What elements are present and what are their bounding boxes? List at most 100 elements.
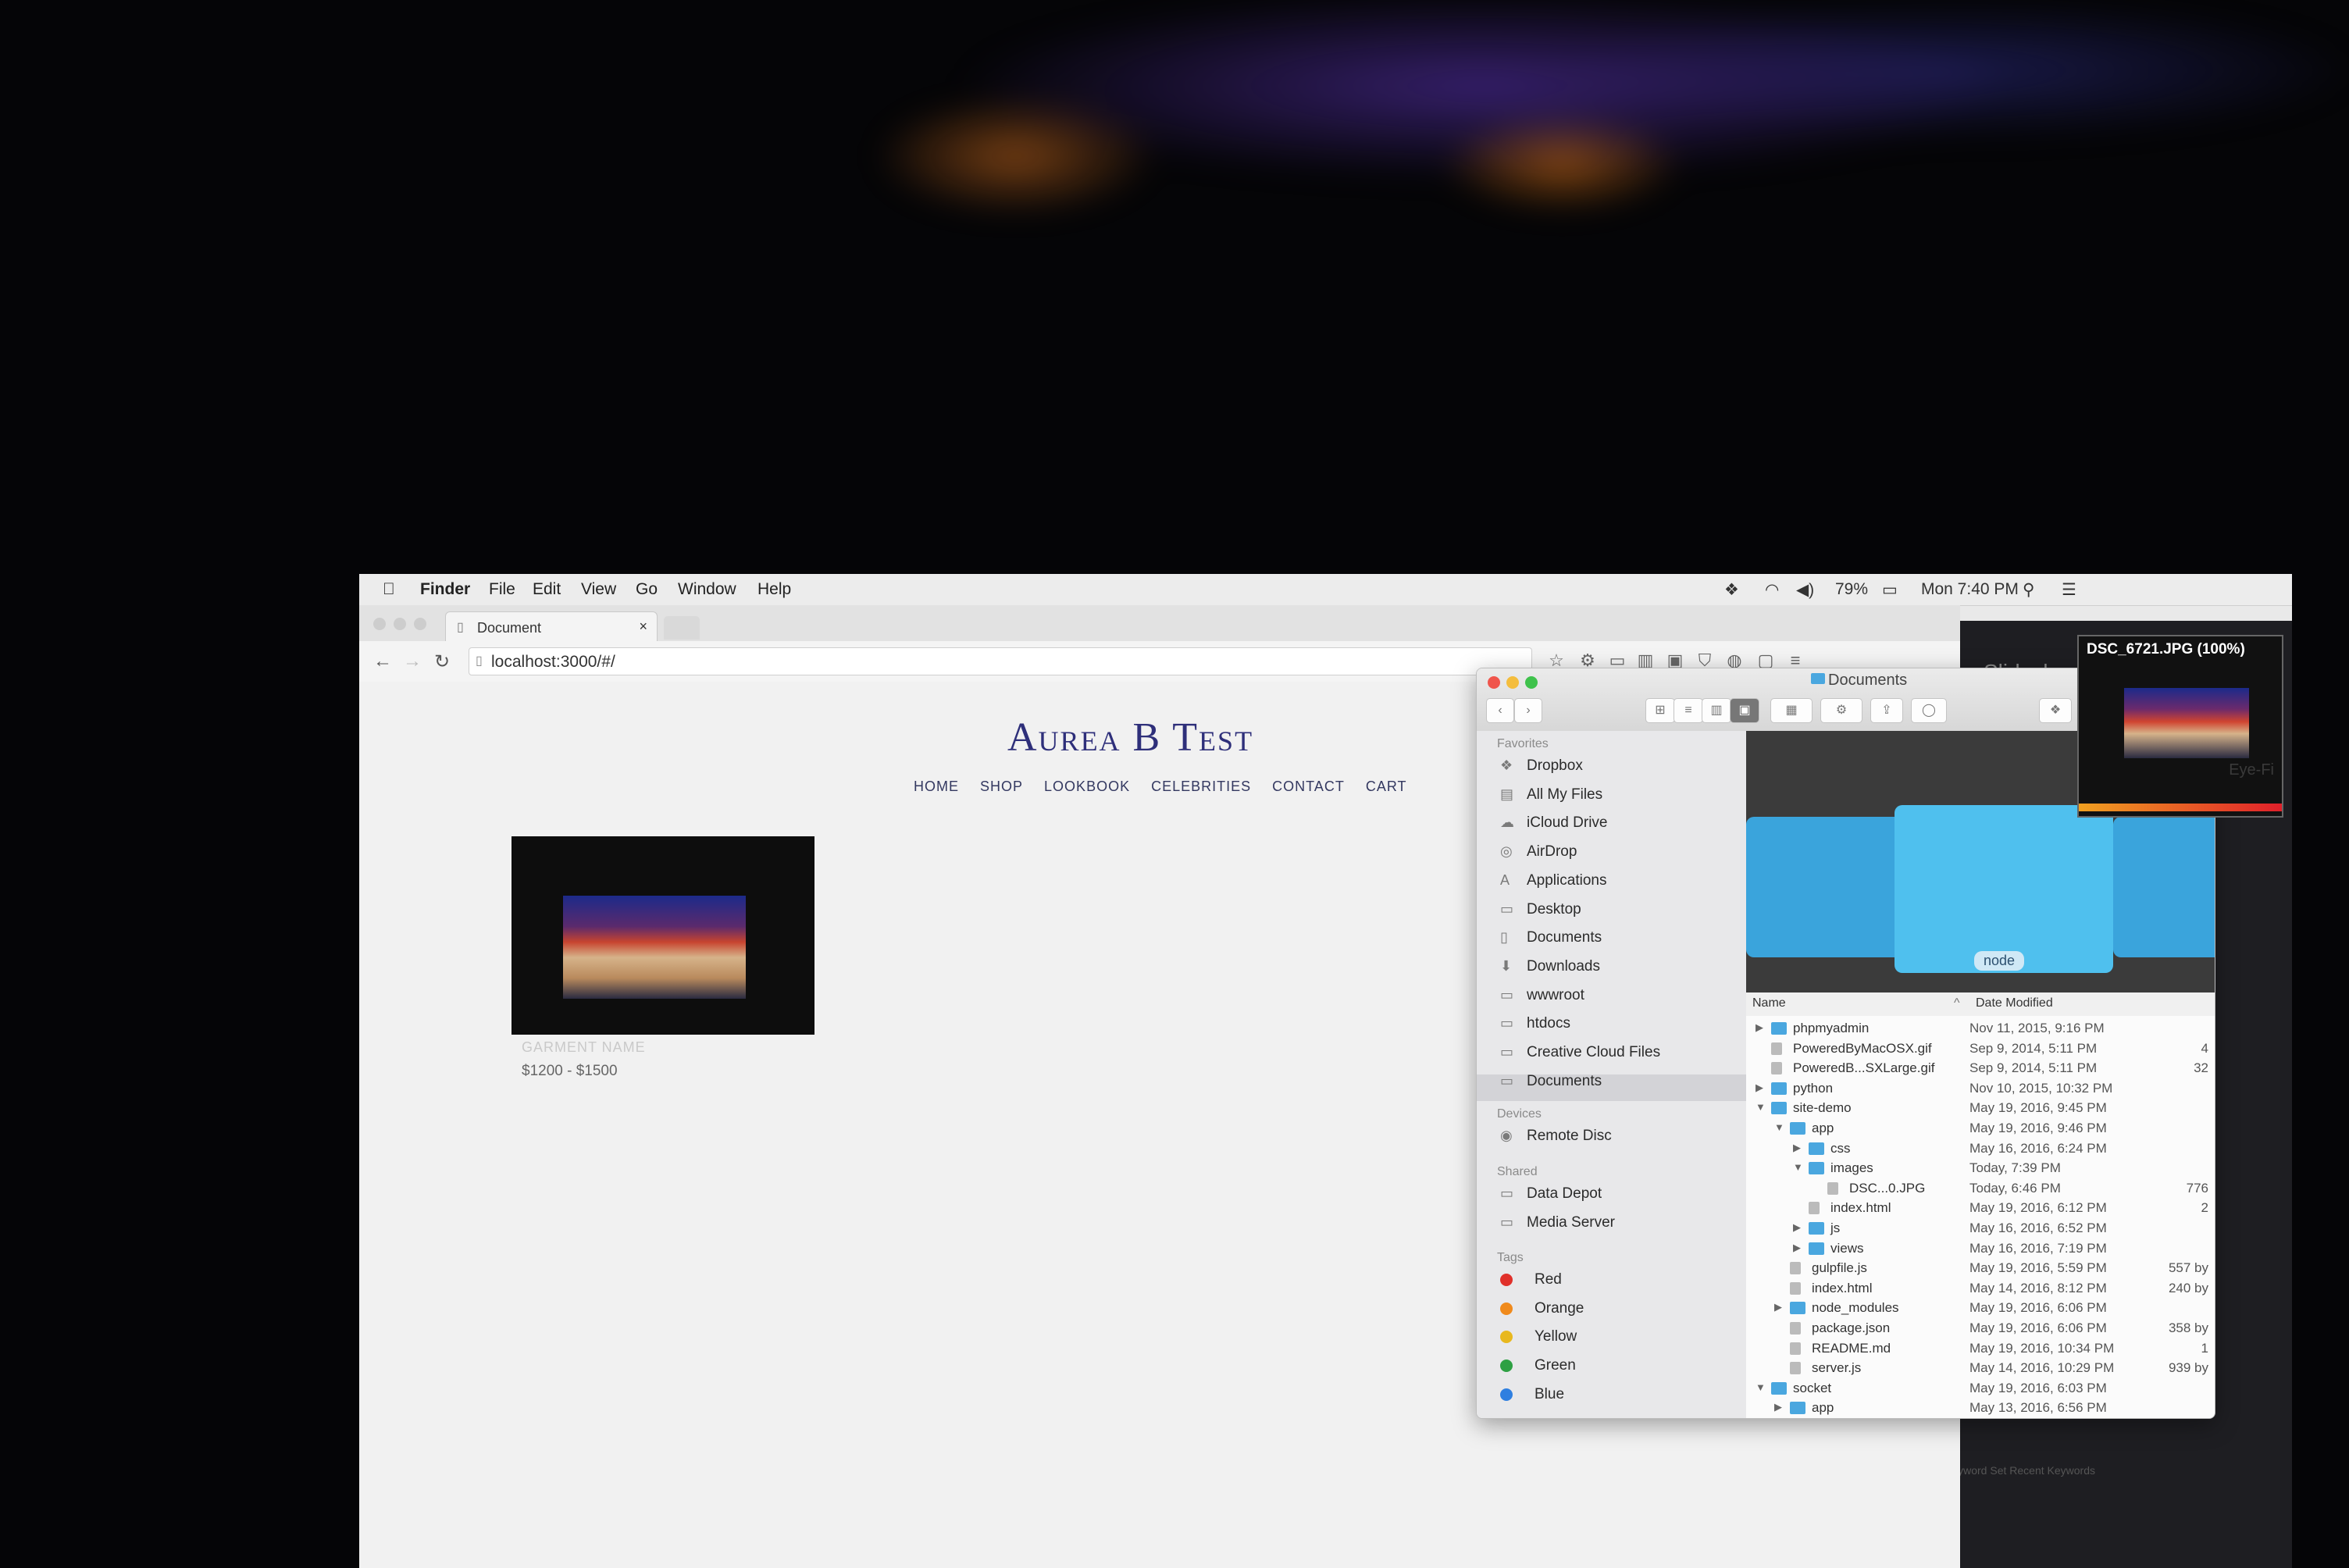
- extension-icon[interactable]: ▢: [1757, 652, 1774, 669]
- menu-file[interactable]: File: [489, 580, 515, 599]
- product-image[interactable]: [512, 836, 814, 1035]
- disclosure-closed-icon[interactable]: ▶: [1756, 1082, 1763, 1094]
- file-row[interactable]: ▶ phpmyadmin Nov 11, 2015, 9:16 PM: [1746, 1019, 2215, 1039]
- battery-percent[interactable]: 79%: [1835, 580, 1868, 599]
- close-tab-button[interactable]: ×: [639, 618, 647, 635]
- sidebar-item[interactable]: ▭ Media Server: [1500, 1214, 1615, 1238]
- sidebar-item[interactable]: ☁ iCloud Drive: [1500, 814, 1607, 838]
- file-row[interactable]: ▼ site-demo May 19, 2016, 9:45 PM: [1746, 1099, 2215, 1119]
- file-row[interactable]: ▼ socket May 19, 2016, 6:03 PM: [1746, 1379, 2215, 1399]
- menubar-clock[interactable]: Mon 7:40 PM: [1921, 580, 2019, 599]
- sidebar-item[interactable]: Orange: [1500, 1300, 1584, 1324]
- sidebar-item[interactable]: ▭ Creative Cloud Files: [1500, 1044, 1660, 1067]
- disclosure-closed-icon[interactable]: ▶: [1774, 1301, 1782, 1313]
- sidebar-item[interactable]: ❖ Dropbox: [1500, 757, 1583, 781]
- reload-icon[interactable]: ↻: [434, 650, 450, 673]
- sidebar-item[interactable]: A Applications: [1500, 872, 1606, 896]
- file-row[interactable]: ▶ app May 13, 2016, 6:56 PM: [1746, 1399, 2215, 1418]
- nav-shop[interactable]: SHOP: [980, 779, 1023, 794]
- sidebar-item[interactable]: ◉ Remote Disc: [1500, 1128, 1612, 1151]
- spotlight-icon[interactable]: ⚲: [2023, 580, 2034, 600]
- sidebar-item[interactable]: ▭ Documents: [1500, 1073, 1602, 1096]
- disclosure-open-icon[interactable]: ▼: [1774, 1121, 1784, 1133]
- sidebar-item[interactable]: ▭ htdocs: [1500, 1015, 1570, 1039]
- quicklook-panel[interactable]: DSC_6721.JPG (100%) Eye-Fi: [2077, 635, 2283, 818]
- disclosure-open-icon[interactable]: ▼: [1793, 1161, 1803, 1173]
- column-name[interactable]: Name: [1752, 996, 1786, 1010]
- minimize-window-button[interactable]: [1506, 676, 1519, 689]
- arrange-button[interactable]: ▦: [1770, 698, 1813, 723]
- file-row[interactable]: server.js May 14, 2016, 10:29 PM 939 by: [1746, 1359, 2215, 1379]
- disclosure-open-icon[interactable]: ▼: [1756, 1381, 1766, 1393]
- new-tab-button[interactable]: [664, 616, 700, 640]
- close-window-button[interactable]: [1488, 676, 1500, 689]
- sidebar-item[interactable]: ▭ Desktop: [1500, 901, 1581, 925]
- file-row[interactable]: ▶ js May 16, 2016, 6:52 PM: [1746, 1219, 2215, 1239]
- nav-lookbook[interactable]: LOOKBOOK: [1044, 779, 1130, 794]
- disclosure-closed-icon[interactable]: ▶: [1756, 1021, 1763, 1034]
- zoom-window-button[interactable]: [1525, 676, 1538, 689]
- cover-flow-button[interactable]: ▣: [1730, 698, 1759, 723]
- disclosure-closed-icon[interactable]: ▶: [1793, 1142, 1801, 1154]
- file-row[interactable]: index.html May 19, 2016, 6:12 PM 2: [1746, 1199, 2215, 1219]
- tag-button[interactable]: ◯: [1911, 698, 1947, 723]
- file-row[interactable]: PoweredB...SXLarge.gif Sep 9, 2014, 5:11 …: [1746, 1059, 2215, 1079]
- disclosure-closed-icon[interactable]: ▶: [1774, 1401, 1782, 1413]
- wifi-icon[interactable]: ◠: [1765, 580, 1779, 600]
- back-button[interactable]: ‹: [1486, 698, 1514, 723]
- apple-icon[interactable]: : [383, 580, 395, 599]
- sidebar-item[interactable]: Blue: [1500, 1386, 1564, 1409]
- bookmark-star-icon[interactable]: ☆: [1548, 652, 1565, 669]
- file-row[interactable]: package.json May 19, 2016, 6:06 PM 358 by: [1746, 1319, 2215, 1339]
- menu-go[interactable]: Go: [636, 580, 658, 599]
- node-folder-icon[interactable]: [1895, 805, 2113, 973]
- disclosure-open-icon[interactable]: ▼: [1756, 1101, 1766, 1113]
- file-row[interactable]: index.html May 14, 2016, 8:12 PM 240 by: [1746, 1279, 2215, 1299]
- sidebar-item[interactable]: Yellow: [1500, 1328, 1577, 1352]
- menu-help[interactable]: Help: [757, 580, 791, 599]
- sidebar-item[interactable]: ▭ wwwroot: [1500, 987, 1584, 1010]
- icon-view-button[interactable]: ⊞: [1645, 698, 1675, 723]
- column-view-button[interactable]: ▥: [1702, 698, 1731, 723]
- sidebar-item[interactable]: ◎ AirDrop: [1500, 843, 1577, 867]
- nav-home[interactable]: HOME: [914, 779, 959, 794]
- battery-icon[interactable]: ▭: [1882, 580, 1898, 600]
- file-row[interactable]: DSC...0.JPG Today, 6:46 PM 776: [1746, 1179, 2215, 1199]
- nav-celebrities[interactable]: CELEBRITIES: [1151, 779, 1251, 794]
- dropbox-icon[interactable]: ❖: [2039, 698, 2072, 723]
- file-row[interactable]: ▶ node_modules May 19, 2016, 6:06 PM: [1746, 1299, 2215, 1319]
- cast-icon[interactable]: ▭: [1609, 652, 1626, 669]
- share-button[interactable]: ⇪: [1870, 698, 1903, 723]
- gear-icon[interactable]: ⚙: [1579, 652, 1596, 669]
- notification-center-icon[interactable]: ☰: [2062, 580, 2076, 600]
- extension-icon[interactable]: ▥: [1637, 652, 1654, 669]
- zoom-window-button[interactable]: [414, 618, 426, 630]
- back-arrow-icon[interactable]: ←: [373, 650, 392, 672]
- nav-cart[interactable]: CART: [1366, 779, 1407, 794]
- file-row[interactable]: ▼ app May 19, 2016, 9:46 PM: [1746, 1119, 2215, 1139]
- sidebar-item[interactable]: ▯ Documents: [1500, 929, 1602, 953]
- file-row[interactable]: gulpfile.js May 19, 2016, 5:59 PM 557 by: [1746, 1259, 2215, 1279]
- forward-arrow-icon[interactable]: →: [403, 650, 422, 672]
- list-view-button[interactable]: ≡: [1674, 698, 1703, 723]
- pocket-icon[interactable]: ⛉: [1696, 652, 1713, 669]
- nav-contact[interactable]: CONTACT: [1272, 779, 1345, 794]
- file-row[interactable]: ▶ views May 16, 2016, 7:19 PM: [1746, 1239, 2215, 1260]
- forward-button[interactable]: ›: [1514, 698, 1542, 723]
- extension-icon[interactable]: ▣: [1666, 652, 1684, 669]
- sidebar-item[interactable]: Green: [1500, 1357, 1576, 1381]
- file-row[interactable]: ▶ css May 16, 2016, 6:24 PM: [1746, 1139, 2215, 1160]
- sidebar-item[interactable]: ⬇ Downloads: [1500, 958, 1600, 982]
- menu-edit[interactable]: Edit: [533, 580, 561, 599]
- menu-app-name[interactable]: Finder: [420, 580, 470, 599]
- address-bar[interactable]: ▯ localhost:3000/#/: [469, 647, 1532, 675]
- dropbox-tray-icon[interactable]: ❖: [1724, 580, 1739, 600]
- file-row[interactable]: ▶ python Nov 10, 2015, 10:32 PM: [1746, 1079, 2215, 1099]
- file-row[interactable]: PoweredByMacOSX.gif Sep 9, 2014, 5:11 PM 4: [1746, 1039, 2215, 1060]
- disclosure-closed-icon[interactable]: ▶: [1793, 1242, 1801, 1254]
- file-row[interactable]: README.md May 19, 2016, 10:34 PM 1: [1746, 1339, 2215, 1360]
- file-row[interactable]: ▼ images Today, 7:39 PM: [1746, 1159, 2215, 1179]
- column-date[interactable]: Date Modified: [1976, 996, 2053, 1010]
- disclosure-closed-icon[interactable]: ▶: [1793, 1221, 1801, 1234]
- product-name[interactable]: GARMENT NAME: [522, 1039, 646, 1056]
